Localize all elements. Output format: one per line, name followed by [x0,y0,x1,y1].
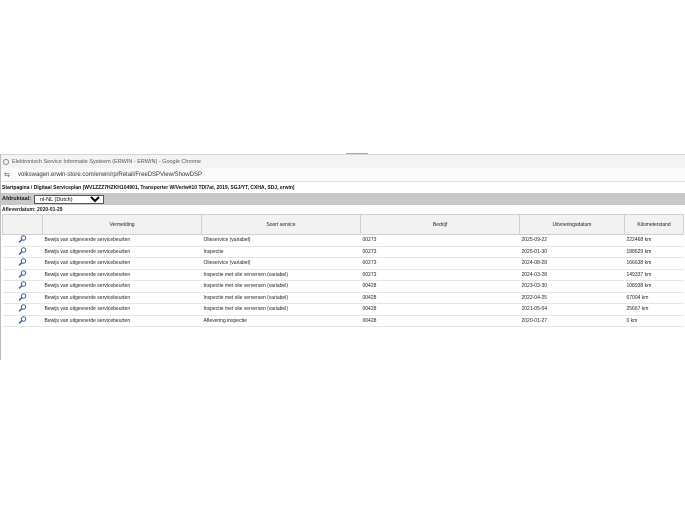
cell-vermelding: Bewijs van uitgevoerde servicebeurten [42,280,202,293]
cell-bedrijf: 00273 [360,257,520,270]
table-row: Bewijs van uitgevoerde servicebeurten Ins… [2,292,684,304]
cell-kilometerstand: 25667 km [624,303,684,316]
cell-uitvoeringsdatum: 2020-01-27 [519,315,625,327]
col-header-icon [2,214,43,235]
view-details-cell[interactable] [2,303,43,316]
table-row: Bewijs van uitgevoerde servicebeurten Ins… [2,280,684,293]
view-details-cell[interactable] [2,315,43,327]
print-language-bar: Afdruktaal: nl-NL (Dutch) [0,193,685,205]
cell-soort-service: Inspectie met olie verversen (variabel) [201,280,361,293]
col-header-uitvoeringsdatum: Uitvoeringsdatum [519,214,625,235]
cell-uitvoeringsdatum: 2023-03-30 [519,280,625,293]
cell-kilometerstand: 166638 km [624,257,684,270]
view-details-cell[interactable] [2,234,43,247]
cell-vermelding: Bewijs van uitgevoerde servicebeurten [42,315,202,327]
cell-uitvoeringsdatum: 2025-01-30 [519,246,625,258]
table-row: Bewijs van uitgevoerde servicebeurten Ins… [2,269,684,281]
col-header-soort-service: Soort service [201,214,361,235]
address-bar[interactable]: ⇆ volkswagen.erwin-store.com/erwin/rp/Re… [0,168,685,182]
browser-window: Elektronisch Service Informatie Systeem … [0,154,685,361]
cell-soort-service: Inspectie [201,246,361,258]
window-title: Elektronisch Service Informatie Systeem … [12,158,201,165]
cell-soort-service: Inspectie met olie verversen (variabel) [201,303,361,316]
magnifier-icon[interactable] [18,304,27,313]
table-row: Bewijs van uitgevoerde servicebeurten Oli… [2,257,684,270]
cell-kilometerstand: 0 km [624,315,684,327]
view-details-cell[interactable] [2,280,43,293]
cell-bedrijf: 00273 [360,246,520,258]
view-details-cell[interactable] [2,246,43,258]
cell-vermelding: Bewijs van uitgevoerde servicebeurten [42,246,202,258]
cell-soort-service: Inspectie met olie verversen (variabel) [201,269,361,281]
magnifier-icon[interactable] [18,293,27,301]
cell-bedrijf: 00428 [360,303,520,316]
cell-soort-service: Olieservice (variabel) [201,234,361,247]
cell-uitvoeringsdatum: 2022-04-25 [519,292,625,304]
cell-bedrijf: 00428 [360,280,520,293]
service-table: Vermelding Soort service Bedrijf Uitvoer… [2,214,684,327]
breadcrumb: Startpagina / Digitaal Serviceplan (WV1Z… [2,184,295,191]
cell-vermelding: Bewijs van uitgevoerde servicebeurten [42,257,202,270]
cell-kilometerstand: 188629 km [624,246,684,258]
cell-uitvoeringsdatum: 2021-05-04 [519,303,625,316]
site-settings-icon[interactable]: ⇆ [4,171,12,179]
cell-kilometerstand: 108938 km [624,280,684,293]
col-header-vermelding: Vermelding [42,214,202,235]
cell-kilometerstand: 222468 km [624,234,684,247]
blank-top-area [0,0,685,154]
cell-bedrijf: 00273 [360,269,520,281]
cell-bedrijf: 00428 [360,315,520,327]
view-details-cell[interactable] [2,257,43,270]
table-row: Bewijs van uitgevoerde servicebeurten Ins… [2,303,684,316]
table-header-row: Vermelding Soort service Bedrijf Uitvoer… [2,214,684,235]
cell-uitvoeringsdatum: 2025-09-22 [519,234,625,247]
cell-soort-service: Inspectie met olie verversen (variabel) [201,292,361,304]
view-details-cell[interactable] [2,292,43,304]
cell-kilometerstand: 67004 km [624,292,684,304]
window-left-border [0,154,1,360]
cell-bedrijf: 00428 [360,292,520,304]
cell-soort-service: Olieservice (variabel) [201,257,361,270]
cell-uitvoeringsdatum: 2024-08-28 [519,257,625,270]
globe-icon [3,158,9,165]
print-language-label: Afdruktaal: [2,196,32,202]
magnifier-icon[interactable] [18,270,27,278]
cell-soort-service: Aflevering inspectie [201,315,361,327]
magnifier-icon[interactable] [18,258,27,267]
view-details-cell[interactable] [2,269,43,281]
magnifier-icon[interactable] [18,247,27,255]
table-row: Bewijs van uitgevoerde servicebeurten Oli… [2,234,684,247]
table-body: Bewijs van uitgevoerde servicebeurten Oli… [2,234,684,327]
magnifier-icon[interactable] [18,235,27,244]
cell-kilometerstand: 149337 km [624,269,684,281]
col-header-bedrijf: Bedrijf [360,214,520,235]
window-titlebar: Elektronisch Service Informatie Systeem … [0,155,685,168]
cell-uitvoeringsdatum: 2024-03-28 [519,269,625,281]
cell-vermelding: Bewijs van uitgevoerde servicebeurten [42,292,202,304]
delivery-date: Afleverdatum: 2020-01-29 [2,206,63,213]
table-row: Bewijs van uitgevoerde servicebeurten Afl… [2,315,684,327]
col-header-kilometerstand: Kilometerstand [624,214,684,235]
magnifier-icon[interactable] [18,281,27,290]
cell-bedrijf: 00273 [360,234,520,247]
cell-vermelding: Bewijs van uitgevoerde servicebeurten [42,269,202,281]
url-text[interactable]: volkswagen.erwin-store.com/erwin/rp/Reta… [18,172,202,178]
print-language-select[interactable]: nl-NL (Dutch) [34,194,105,204]
cell-vermelding: Bewijs van uitgevoerde servicebeurten [42,303,202,316]
cell-vermelding: Bewijs van uitgevoerde servicebeurten [42,234,202,247]
magnifier-icon[interactable] [18,316,27,324]
table-row: Bewijs van uitgevoerde servicebeurten Ins… [2,246,684,258]
